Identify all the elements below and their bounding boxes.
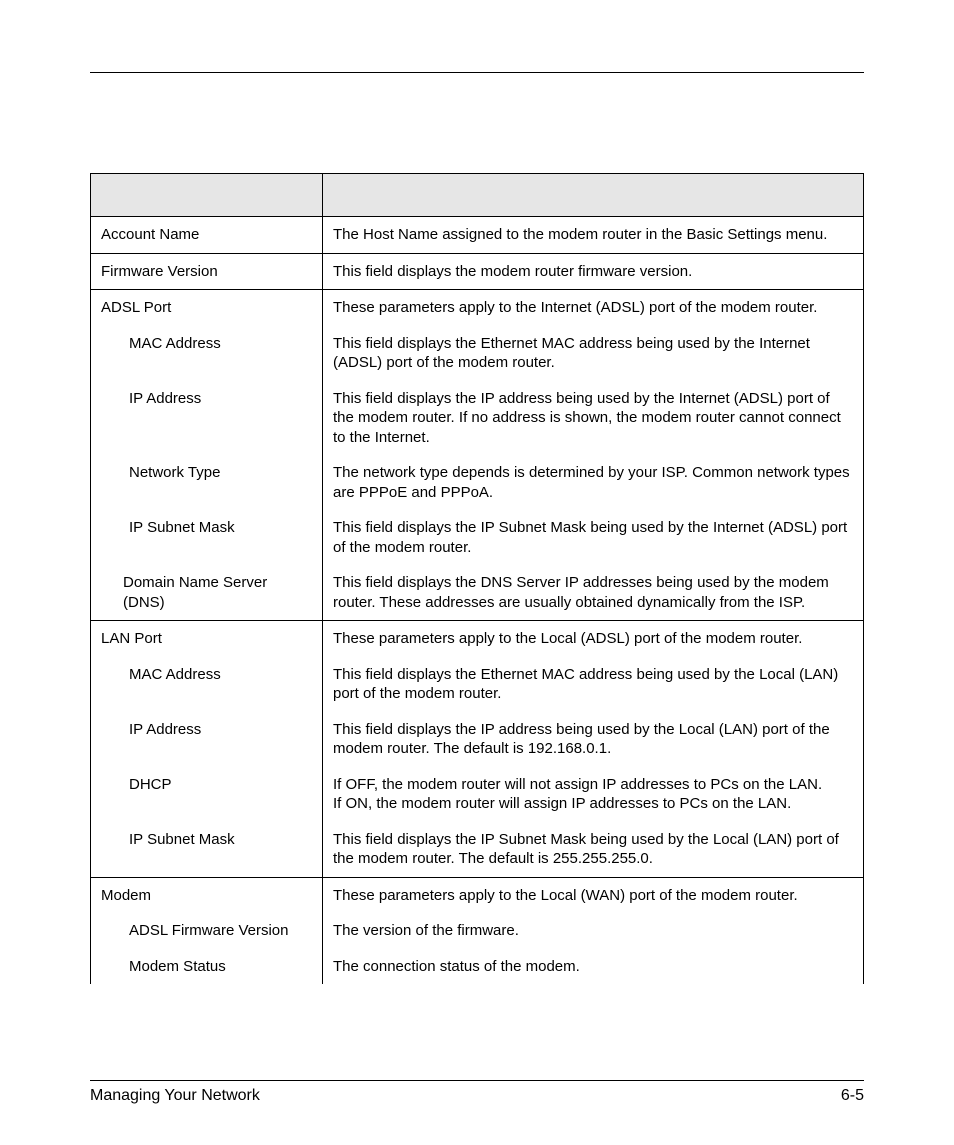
field-name: LAN Port [101,630,162,647]
field-name: Modem Status [101,957,312,977]
table-row: IP Subnet Mask This field displays the IP… [91,510,864,565]
field-desc-cell: This field displays the DNS Server IP ad… [323,565,864,621]
table-header-field [91,174,323,217]
field-name: IP Address [101,720,312,740]
field-desc-cell: This field displays the IP Subnet Mask b… [323,510,864,565]
table-row: IP Address This field displays the IP add… [91,381,864,456]
field-desc-cell: These parameters apply to the Internet (… [323,290,864,326]
field-name-cell: DHCP [91,767,323,822]
field-name: MAC Address [101,665,312,685]
field-desc-cell: This field displays the Ethernet MAC add… [323,326,864,381]
field-name: ADSL Firmware Version [101,921,312,941]
field-name: Account Name [101,226,199,243]
field-desc-cell: If OFF, the modem router will not assign… [323,767,864,822]
field-name: IP Subnet Mask [101,830,312,850]
field-name-cell: Account Name [91,217,323,254]
field-name: Domain Name Server (DNS) [101,573,312,612]
table-row: Network Type The network type depends is … [91,455,864,510]
field-name-cell: ADSL Port [91,290,323,326]
field-name-cell: IP Address [91,381,323,456]
field-name: ADSL Port [101,299,171,316]
field-desc-cell: The version of the firmware. [323,913,864,949]
field-desc-cell: This field displays the IP address being… [323,712,864,767]
table-row: ADSL Port These parameters apply to the I… [91,290,864,326]
field-name: DHCP [101,775,312,795]
table-row: LAN Port These parameters apply to the Lo… [91,621,864,657]
table-row: IP Address This field displays the IP add… [91,712,864,767]
table-row: Firmware Version This field displays the … [91,253,864,290]
field-name-cell: IP Address [91,712,323,767]
field-name: Modem [101,887,151,904]
field-name-cell: MAC Address [91,657,323,712]
header-rule [90,72,864,73]
field-desc-cell: The connection status of the modem. [323,949,864,985]
field-name-cell: Network Type [91,455,323,510]
footer-section: Managing Your Network [90,1087,260,1105]
field-name: Firmware Version [101,263,218,280]
field-desc-cell: This field displays the modem router fir… [323,253,864,290]
field-desc-cell: This field displays the IP Subnet Mask b… [323,822,864,878]
field-desc-cell: These parameters apply to the Local (WAN… [323,877,864,913]
table-row: MAC Address This field displays the Ether… [91,326,864,381]
table-row: Modem These parameters apply to the Local… [91,877,864,913]
field-desc-cell: The network type depends is determined b… [323,455,864,510]
field-name: IP Subnet Mask [101,518,312,538]
field-name: IP Address [101,389,312,409]
fields-table: Account Name The Host Name assigned to th… [90,173,864,984]
table-row: ADSL Firmware Version The version of the … [91,913,864,949]
field-name-cell: Domain Name Server (DNS) [91,565,323,621]
table-row: Domain Name Server (DNS) This field displ… [91,565,864,621]
page-footer: Managing Your Network 6-5 [90,1080,864,1105]
field-name-cell: Modem Status [91,949,323,985]
field-desc-cell: This field displays the Ethernet MAC add… [323,657,864,712]
field-name-cell: LAN Port [91,621,323,657]
table-row: Modem Status The connection status of the… [91,949,864,985]
footer-page: 6-5 [841,1087,864,1105]
field-name: Network Type [101,463,312,483]
table-row: IP Subnet Mask This field displays the IP… [91,822,864,878]
field-name-cell: MAC Address [91,326,323,381]
footer-rule [90,1080,864,1081]
table-row: MAC Address This field displays the Ether… [91,657,864,712]
field-name-cell: ADSL Firmware Version [91,913,323,949]
field-desc-cell: The Host Name assigned to the modem rout… [323,217,864,254]
page: Account Name The Host Name assigned to th… [0,0,954,1145]
field-name-cell: IP Subnet Mask [91,822,323,878]
field-name-cell: IP Subnet Mask [91,510,323,565]
table-row: Account Name The Host Name assigned to th… [91,217,864,254]
field-name-cell: Firmware Version [91,253,323,290]
table-row: DHCP If OFF, the modem router will not as… [91,767,864,822]
table-header-row [91,174,864,217]
field-desc-cell: This field displays the IP address being… [323,381,864,456]
field-name-cell: Modem [91,877,323,913]
field-desc-cell: These parameters apply to the Local (ADS… [323,621,864,657]
table-header-desc [323,174,864,217]
field-name: MAC Address [101,334,312,354]
